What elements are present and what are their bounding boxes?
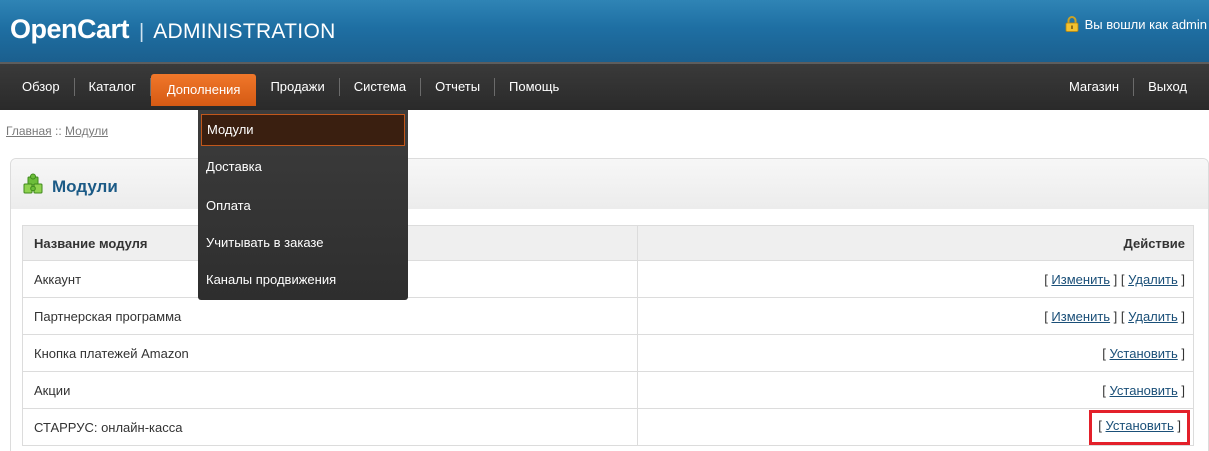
delete-link[interactable]: Удалить <box>1128 272 1178 287</box>
breadcrumb: Главная :: Модули <box>6 124 108 138</box>
logged-in-text: Вы вошли как admin <box>1084 16 1207 32</box>
table-row: Акции [ Установить ] <box>22 371 1194 409</box>
table-row: Партнерская программа [ Изменить ] [ Уда… <box>22 297 1194 335</box>
opencart-logo[interactable]: OpenCart | ADMINISTRATION <box>10 14 336 46</box>
dropdown-item-modules[interactable]: Модули <box>201 114 405 146</box>
dropdown-item-payment[interactable]: Оплата <box>198 189 408 223</box>
extensions-dropdown: Модули Доставка Оплата Учитывать в заказ… <box>198 110 408 300</box>
menu-system[interactable]: Система <box>340 72 420 102</box>
logo-text: OpenCart <box>10 14 130 44</box>
menu-catalog[interactable]: Каталог <box>75 72 150 102</box>
main-menu: Обзор Каталог Дополнения Продажи Система… <box>0 62 1209 110</box>
module-name: Акции <box>22 371 638 409</box>
menu-dashboard[interactable]: Обзор <box>8 72 74 102</box>
module-actions: [ Изменить ] [ Удалить ] <box>637 297 1194 335</box>
dropdown-item-feeds[interactable]: Каналы продвижения <box>198 263 408 297</box>
highlight-box: [ Установить ] <box>1089 409 1190 445</box>
module-actions: [ Установить ] <box>637 334 1194 372</box>
breadcrumb-modules-link[interactable]: Модули <box>65 124 108 138</box>
lock-icon <box>1065 16 1079 32</box>
breadcrumb-separator: :: <box>55 124 62 138</box>
install-link[interactable]: Установить <box>1110 346 1178 361</box>
table-row: СТАРРУС: онлайн-касса [ Установить ] <box>22 408 1194 446</box>
box-heading: Модули <box>11 159 1208 209</box>
breadcrumb-home-link[interactable]: Главная <box>6 124 52 138</box>
edit-link[interactable]: Изменить <box>1051 272 1110 287</box>
page-title: Модули <box>22 173 118 200</box>
module-actions: [ Установить ] <box>637 408 1194 446</box>
logo-separator: | <box>139 21 145 43</box>
module-name: СТАРРУС: онлайн-касса <box>22 408 638 446</box>
menu-reports[interactable]: Отчеты <box>421 72 494 102</box>
menu-store[interactable]: Магазин <box>1055 72 1133 102</box>
box-title-text: Модули <box>52 176 118 196</box>
edit-link[interactable]: Изменить <box>1051 309 1110 324</box>
menu-help[interactable]: Помощь <box>495 72 573 102</box>
module-actions: [ Изменить ] [ Удалить ] <box>637 260 1194 298</box>
column-header-action: Действие <box>637 225 1194 261</box>
module-actions: [ Установить ] <box>637 371 1194 409</box>
menu-logout[interactable]: Выход <box>1134 72 1201 102</box>
module-name: Партнерская программа <box>22 297 638 335</box>
install-link[interactable]: Установить <box>1110 383 1178 398</box>
menu-extensions[interactable]: Дополнения <box>150 74 257 106</box>
delete-link[interactable]: Удалить <box>1128 309 1178 324</box>
module-name: Кнопка платежей Amazon <box>22 334 638 372</box>
dropdown-item-order-totals[interactable]: Учитывать в заказе <box>198 226 408 260</box>
logo-subtitle: ADMINISTRATION <box>153 20 336 43</box>
dropdown-item-shipping[interactable]: Доставка <box>198 150 408 184</box>
logged-in-status: Вы вошли как admin <box>1065 14 1207 34</box>
admin-header: OpenCart | ADMINISTRATION Вы вошли как a… <box>0 0 1209 62</box>
install-link[interactable]: Установить <box>1106 418 1174 433</box>
table-row: Кнопка платежей Amazon [ Установить ] <box>22 334 1194 372</box>
menu-sales[interactable]: Продажи <box>256 72 338 102</box>
puzzle-icon <box>22 173 44 200</box>
